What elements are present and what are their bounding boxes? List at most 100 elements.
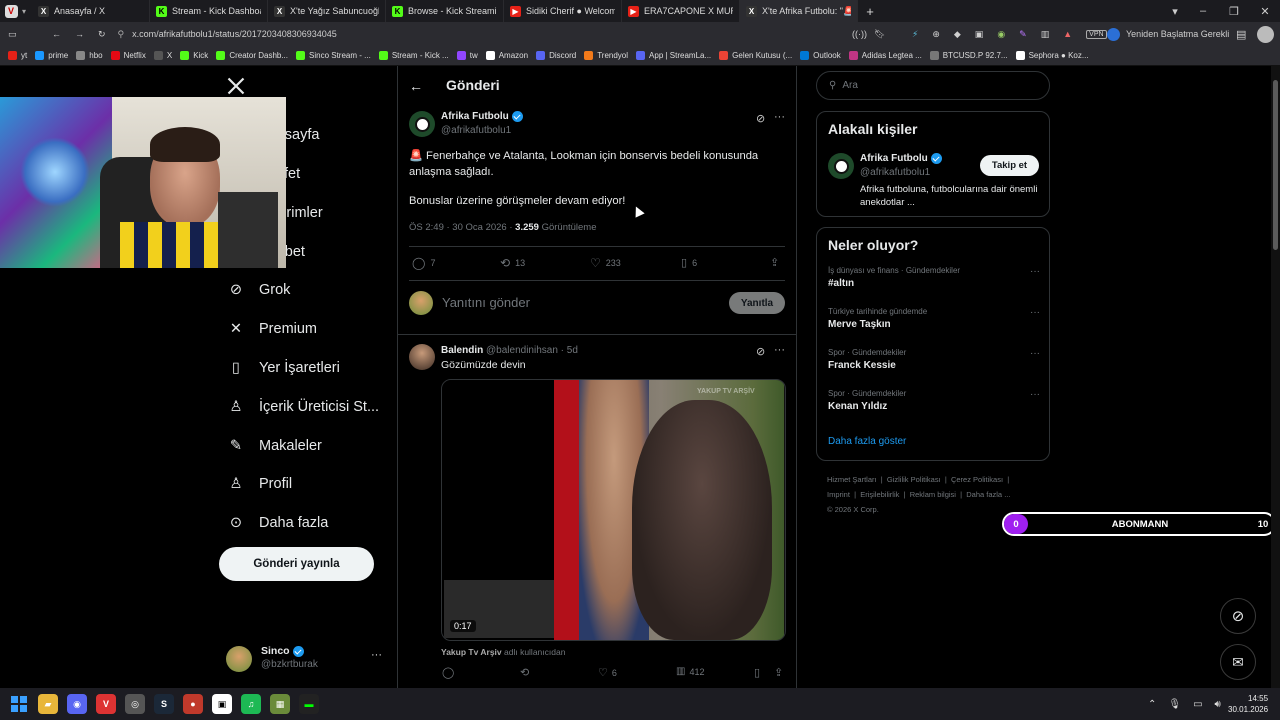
extension-5-icon[interactable]: ◉ xyxy=(997,29,1005,40)
trend-item[interactable]: Spor · Gündemdekiler Kenan Yıldız ··· xyxy=(828,389,1040,423)
wallet-icon[interactable]: ▤ xyxy=(1236,28,1246,41)
grok-analyze-icon[interactable]: ⊘ xyxy=(756,112,765,125)
grok-analyze-icon[interactable]: ⊘ xyxy=(756,345,765,358)
browser-tab[interactable]: ▶ Sidiki Cherif ● Welcome to xyxy=(504,0,622,22)
bookmark-item[interactable]: Creator Dashb... xyxy=(216,51,288,60)
reply-more-icon[interactable]: ··· xyxy=(774,344,785,356)
footer-accessibility[interactable]: Erişilebilirlik xyxy=(860,490,899,499)
bookmark-item[interactable]: Sinco Stream - ... xyxy=(296,51,371,60)
footer-ads[interactable]: Reklam bilgisi xyxy=(910,490,956,499)
sidebar-item-creator[interactable]: ♙ İçerik Üreticisi St... xyxy=(226,397,380,417)
discord-icon[interactable]: ◉ xyxy=(67,694,87,714)
clock[interactable]: 14:55 30.01.2026 xyxy=(1228,693,1268,715)
sidebar-item-profile[interactable]: ♙ Profil xyxy=(226,474,293,494)
reply-age[interactable]: · 5d xyxy=(561,345,578,356)
back-icon[interactable]: ← xyxy=(52,29,61,39)
extension-1-icon[interactable]: ⚡ xyxy=(912,29,918,40)
bookmark-item[interactable]: hbo xyxy=(76,51,103,60)
related-avatar[interactable] xyxy=(828,153,854,179)
tweet-author-row[interactable]: Afrika Futbolu xyxy=(441,111,523,122)
tweet-handle[interactable]: @afrikafutbolu1 xyxy=(441,125,511,136)
trend-more-icon[interactable]: ··· xyxy=(1030,348,1040,359)
bookmark-item[interactable]: tw xyxy=(456,51,478,60)
bookmark-item[interactable]: BTCUSD.P 92.7... xyxy=(929,51,1008,60)
bookmark-page-icon[interactable]: 🔖︎ xyxy=(874,29,885,40)
reply-reply-action[interactable]: ◯ xyxy=(442,666,454,679)
reload-icon[interactable]: ↻ xyxy=(98,29,106,40)
extension-3-icon[interactable]: ◆ xyxy=(954,29,961,40)
trend-more-icon[interactable]: ··· xyxy=(1030,266,1040,277)
share-icon[interactable]: ⇪ xyxy=(770,256,779,269)
trend-item[interactable]: Spor · Gündemdekiler Franck Kessie ··· xyxy=(828,348,1040,382)
search-input[interactable]: ⚲ Ara xyxy=(816,71,1050,100)
bookmark-icon[interactable]: ▯ xyxy=(754,666,760,679)
new-tab-button[interactable]: + xyxy=(858,4,882,19)
reply-action[interactable]: ◯ 7 xyxy=(412,256,435,270)
bookmark-item[interactable]: Adidas Legtea ... xyxy=(848,51,922,60)
trend-item[interactable]: İş dünyası ve finans · Gündemdekiler #alt… xyxy=(828,266,1040,300)
messages-float-icon[interactable]: ✉ xyxy=(1220,644,1256,680)
browser-tab[interactable]: ▶ ERA7CAPONE X MURDA B xyxy=(622,0,740,22)
share-icon[interactable]: ⇪ xyxy=(774,666,783,679)
sidebar-item-bookmark[interactable]: ▯ Yer İşaretleri xyxy=(226,358,340,378)
like-action[interactable]: ♡ 233 xyxy=(590,256,621,270)
footer-cookies[interactable]: Çerez Politikası xyxy=(951,475,1003,484)
trend-more-icon[interactable]: ··· xyxy=(1030,307,1040,318)
page-scrollbar[interactable] xyxy=(1271,66,1280,688)
minimize-icon[interactable]: – xyxy=(1188,0,1218,22)
reply-input[interactable]: Yanıtını gönder xyxy=(442,295,530,310)
browser-tab[interactable]: K Browse - Kick Streaming xyxy=(386,0,504,22)
vpn-icon[interactable]: VPN xyxy=(1086,29,1107,39)
bookmark-item[interactable]: X xyxy=(153,51,172,60)
post-button[interactable]: Gönderi yayınla xyxy=(219,547,374,581)
bookmark-item[interactable]: Discord xyxy=(536,51,576,60)
footer-more[interactable]: Daha fazla ... xyxy=(966,490,1010,499)
bookmark-item[interactable]: Stream - Kick ... xyxy=(378,51,449,60)
reply-handle[interactable]: @balendinihsan xyxy=(486,345,558,356)
capcut-icon[interactable]: ▣ xyxy=(212,694,232,714)
sidebar-item-x[interactable]: ✕ Premium xyxy=(226,319,317,339)
site-info-icon[interactable]: ⚲ xyxy=(118,29,125,40)
obs-icon[interactable]: ◎ xyxy=(125,694,145,714)
display-icon[interactable]: ▭ xyxy=(1193,699,1202,710)
bookmark-item[interactable]: Gelen Kutusu (... xyxy=(719,51,792,60)
grok-float-icon[interactable]: ⊘ xyxy=(1220,598,1256,634)
extension-4-icon[interactable]: ▣ xyxy=(975,29,984,40)
bookmark-item[interactable]: Amazon xyxy=(485,51,528,60)
reply-avatar[interactable] xyxy=(409,344,435,370)
trend-more-icon[interactable]: ··· xyxy=(1030,389,1040,400)
maximize-icon[interactable]: ❐ xyxy=(1219,0,1249,22)
extension-8-icon[interactable]: ▲ xyxy=(1063,29,1072,39)
reply-retweet-action[interactable]: ⟲ xyxy=(520,666,529,679)
terminal-icon[interactable]: ▬ xyxy=(299,694,319,714)
reply-views-action[interactable]: ▥ 412 xyxy=(676,666,704,677)
footer-privacy[interactable]: Gizlilik Politikası xyxy=(887,475,941,484)
minecraft-icon[interactable]: ▦ xyxy=(270,694,290,714)
related-handle[interactable]: @afrikafutbolu1 xyxy=(860,167,930,178)
show-more-link[interactable]: Daha fazla göster xyxy=(828,436,906,447)
app-icon[interactable]: ● xyxy=(183,694,203,714)
tray-chevron-icon[interactable]: ⌃ xyxy=(1148,699,1156,710)
cast-icon[interactable]: ((·)) xyxy=(852,29,867,39)
extension-7-icon[interactable]: ▥ xyxy=(1041,29,1050,40)
bookmark-item[interactable]: Sephora ● Koz... xyxy=(1015,51,1089,60)
follow-button[interactable]: Takip et xyxy=(980,155,1039,176)
file-explorer-icon[interactable]: ▰ xyxy=(38,694,58,714)
bookmark-item[interactable]: Kick xyxy=(180,51,208,60)
browser-tab[interactable]: X X'te Yağız Sabuncuoğlu: " xyxy=(268,0,386,22)
retweet-action[interactable]: ⟲ 13 xyxy=(500,256,525,270)
reply-author[interactable]: Balendin xyxy=(441,345,483,356)
restart-button[interactable]: Yeniden Başlatma Gerekli xyxy=(1107,27,1229,41)
windows-start-icon[interactable] xyxy=(9,694,29,714)
forward-icon[interactable]: → xyxy=(75,29,84,39)
reply-video[interactable]: YAKUP TV ARŞİV 0:17 xyxy=(441,379,786,641)
tweet-author[interactable]: Afrika Futbolu xyxy=(441,111,509,122)
steam-icon[interactable]: S xyxy=(154,694,174,714)
account-switcher[interactable]: Sinco @bzkrtburak ··· xyxy=(226,642,386,682)
bookmark-item[interactable]: Trendyol xyxy=(584,51,628,60)
tweet-time[interactable]: ÖS 2:49 · 30 Oca 2026 · xyxy=(409,222,515,233)
account-more-icon[interactable]: ··· xyxy=(371,649,382,661)
spotify-icon[interactable]: ♫ xyxy=(241,694,261,714)
close-window-icon[interactable]: ✕ xyxy=(1250,0,1280,22)
vivaldi-menu-icon[interactable]: V xyxy=(0,0,22,22)
